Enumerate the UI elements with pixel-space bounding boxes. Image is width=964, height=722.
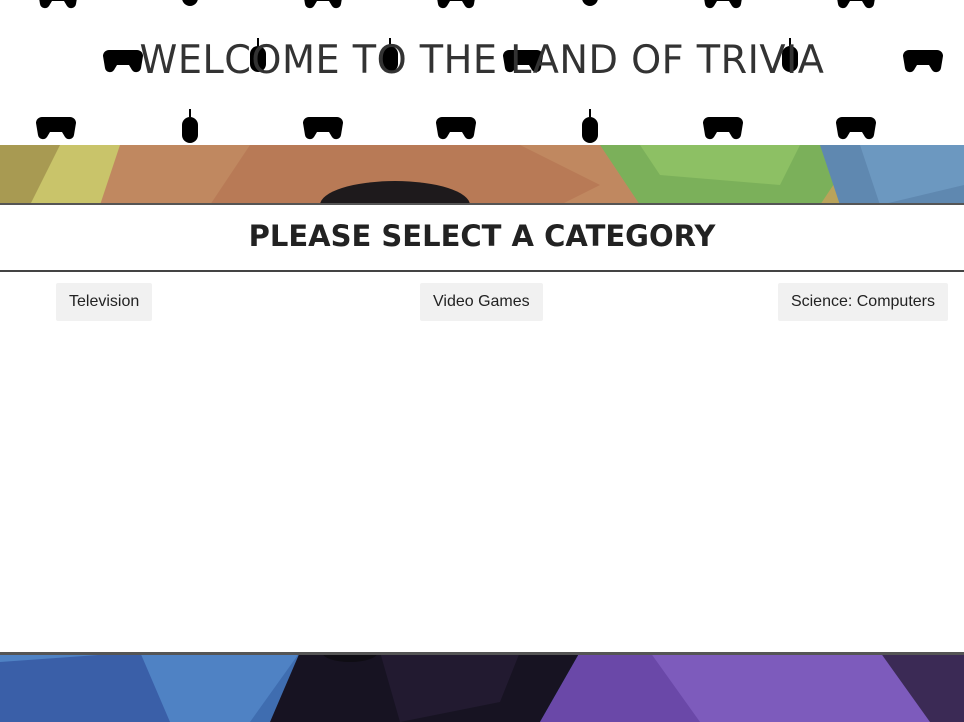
- gamepad-icon: [836, 0, 876, 9]
- category-button-science-computers[interactable]: Science: Computers: [777, 283, 948, 321]
- category-button-television[interactable]: Television: [56, 283, 153, 321]
- page-title: WELCOME TO THE LAND OF TRIVIA: [139, 38, 825, 83]
- site-header: WELCOME TO THE LAND OF TRIVIA: [0, 0, 964, 145]
- mouse-icon: [582, 0, 598, 6]
- gamepad-icon: [836, 117, 876, 140]
- gamepad-icon: [703, 117, 743, 140]
- gamepad-icon: [303, 117, 343, 140]
- gamepad-icon: [703, 0, 743, 9]
- gamepad-icon: [38, 0, 78, 9]
- mouse-icon: [582, 109, 598, 143]
- gamepad-icon: [303, 0, 343, 9]
- gamepad-icon: [436, 0, 476, 9]
- gamepad-icon: [36, 117, 76, 140]
- divider: [0, 270, 964, 272]
- mouse-icon: [182, 0, 198, 6]
- trivia-page: WELCOME TO THE LAND OF TRIVIA PLEASE SEL…: [0, 0, 964, 722]
- category-button-video-games[interactable]: Video Games: [420, 283, 543, 321]
- footer-banner-image: [0, 652, 964, 722]
- header-banner-image: [0, 145, 964, 205]
- category-panel: PLEASE SELECT A CATEGORY Television Vide…: [0, 207, 964, 652]
- category-heading: PLEASE SELECT A CATEGORY: [248, 219, 716, 253]
- mouse-icon: [182, 109, 198, 143]
- gamepad-icon: [436, 117, 476, 140]
